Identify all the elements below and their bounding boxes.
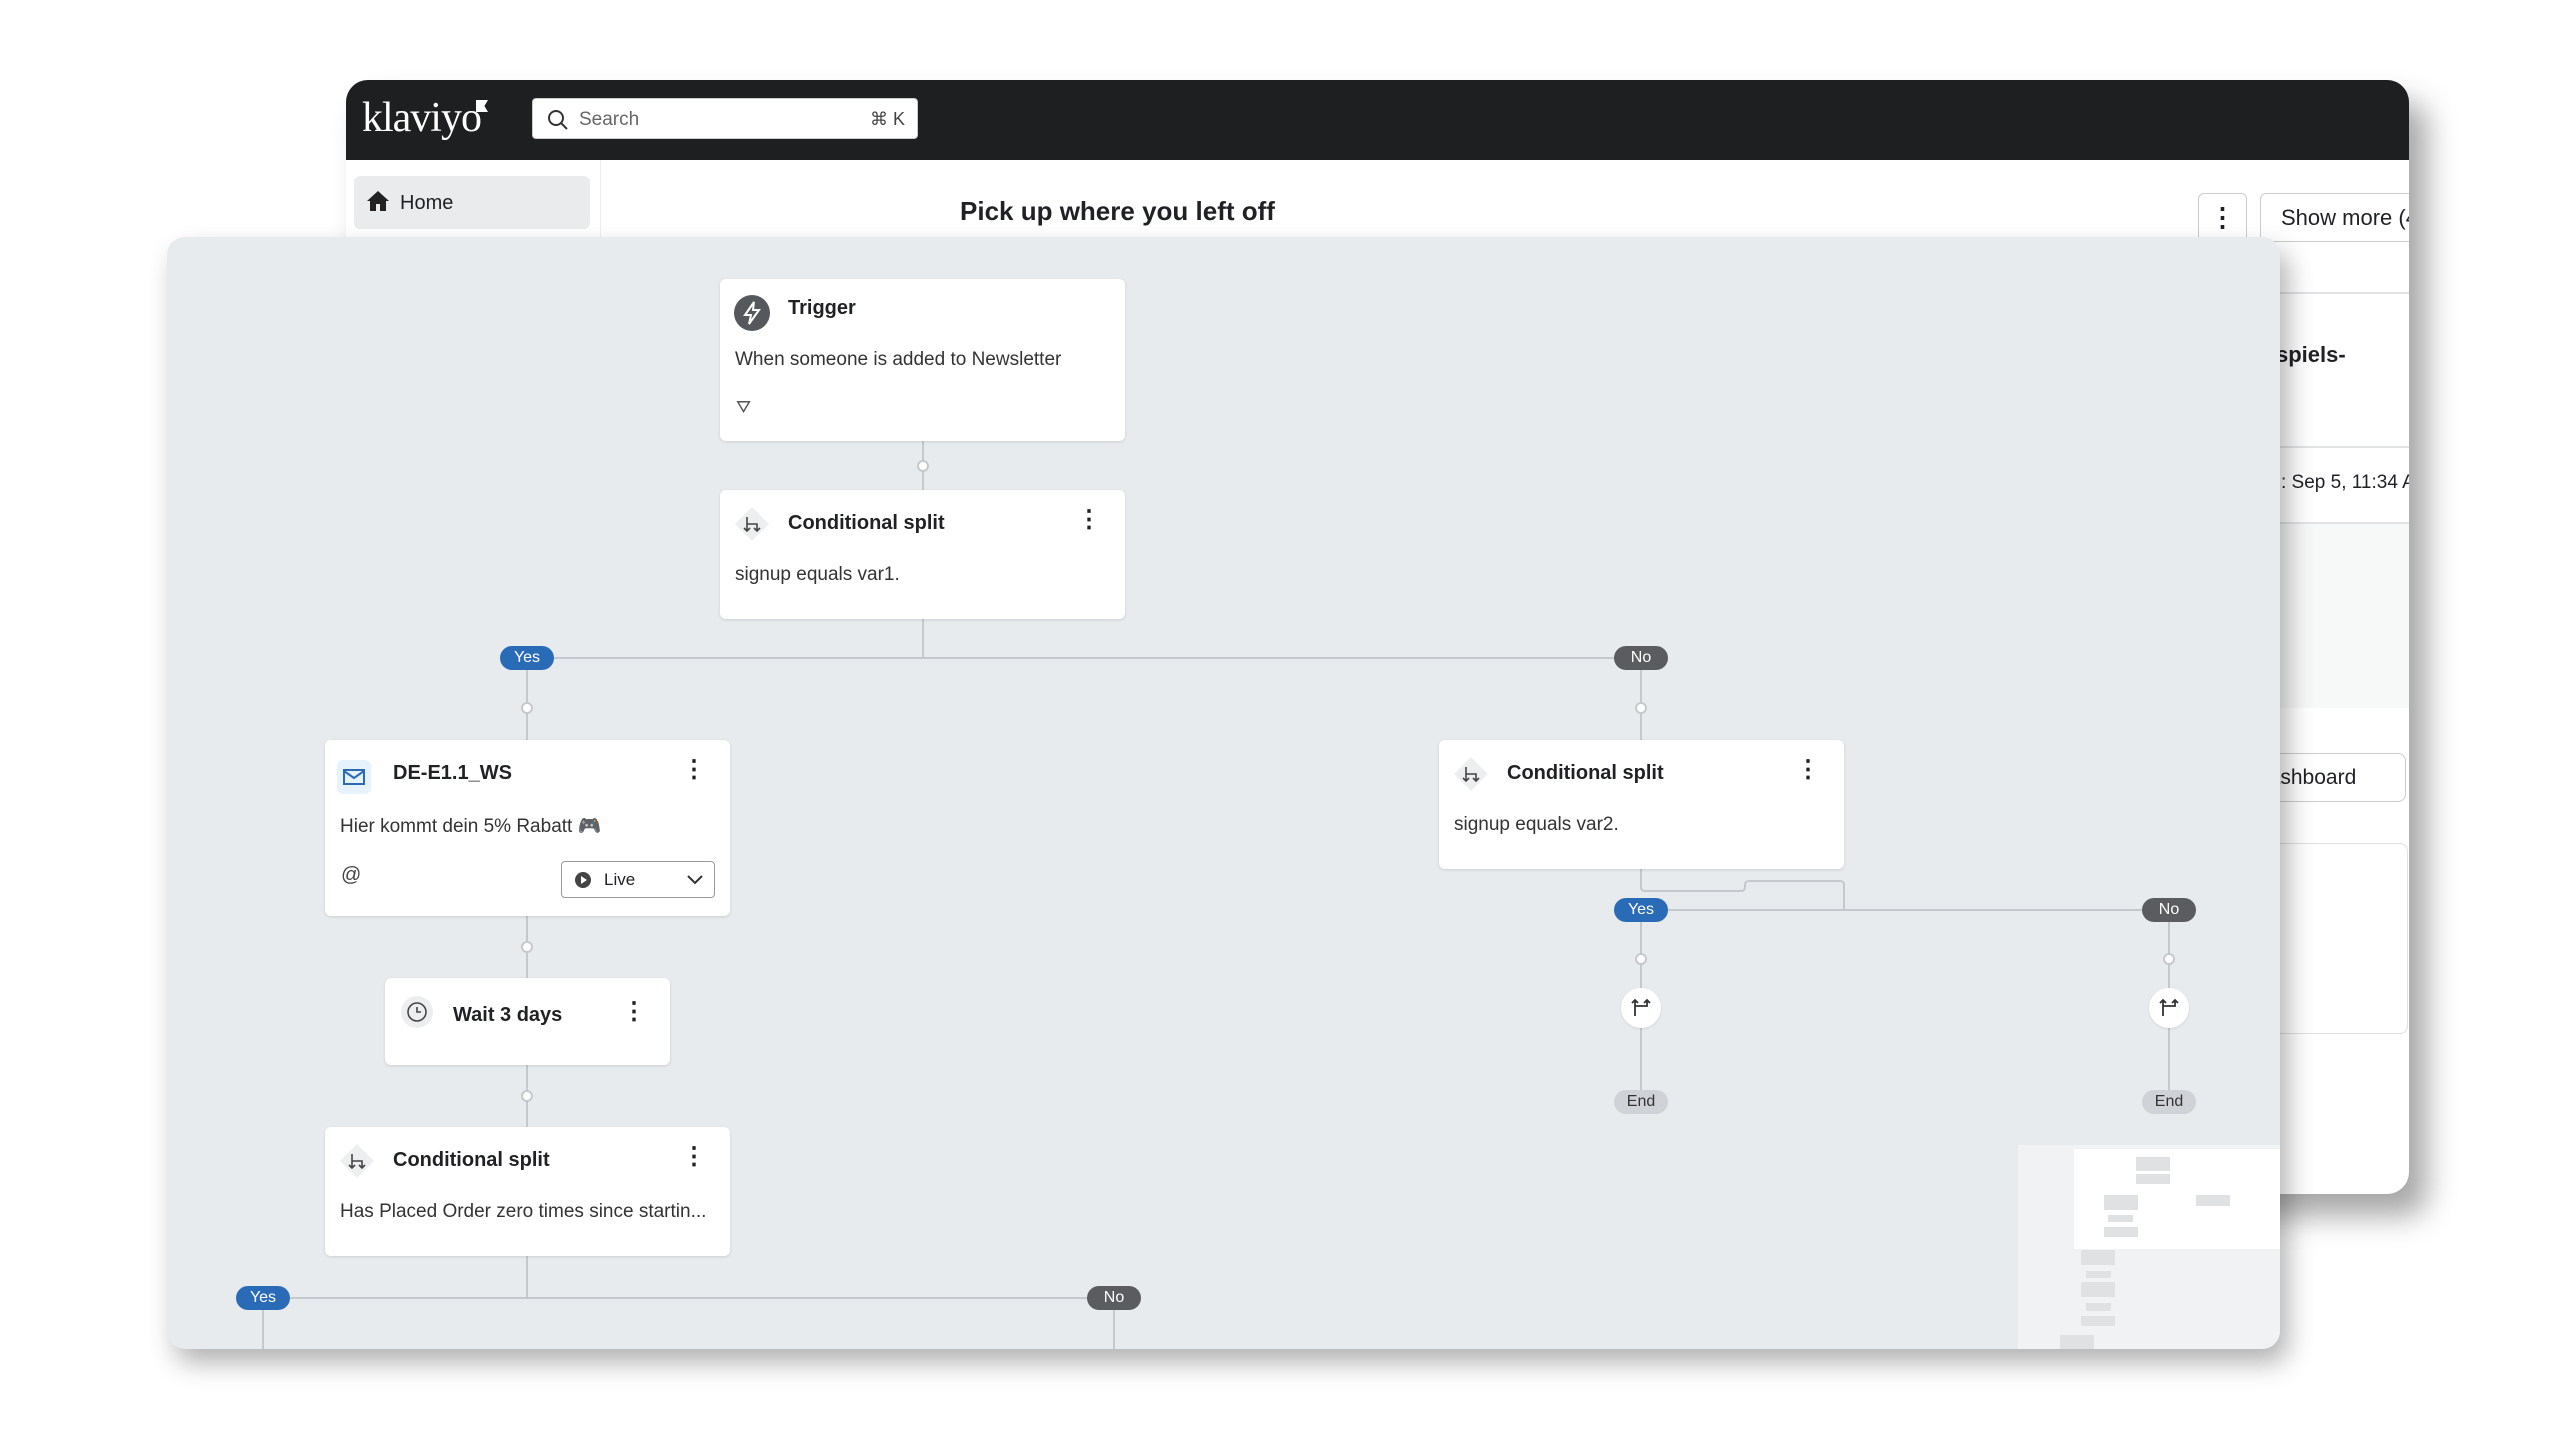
- split-return-icon[interactable]: [1621, 988, 1661, 1028]
- conditional-split-card[interactable]: Conditional split ⋮ signup equals var1.: [720, 490, 1125, 619]
- recent-item-date: : Sep 5, 11:34 AM: [2281, 472, 2409, 493]
- lightning-icon: [732, 293, 772, 333]
- sidebar-item-label: Home: [400, 192, 454, 214]
- email-card[interactable]: DE-E1.1_WS ⋮ Hier kommt dein 5% Rabatt 🎮…: [325, 740, 730, 916]
- card-title: Wait 3 days: [453, 1004, 563, 1026]
- card-menu-icon[interactable]: ⋮: [622, 1000, 646, 1024]
- at-sign-icon: @: [341, 864, 362, 886]
- klaviyo-logo[interactable]: klaviyo: [362, 94, 482, 142]
- status-value: Live: [604, 870, 636, 889]
- card-menu-icon[interactable]: ⋮: [1796, 758, 1820, 782]
- split-icon: [337, 1141, 377, 1181]
- clock-icon: [397, 992, 437, 1032]
- logo-flag-icon: [476, 100, 488, 112]
- conditional-split-card[interactable]: Conditional split ⋮ Has Placed Order zer…: [325, 1127, 730, 1256]
- play-icon: [575, 872, 591, 888]
- end-label: End: [1614, 1090, 1668, 1114]
- card-menu-icon[interactable]: ⋮: [682, 758, 706, 782]
- card-menu-icon[interactable]: ⋮: [1077, 508, 1101, 532]
- yes-branch-label: Yes: [236, 1286, 290, 1310]
- card-title: DE-E1.1_WS: [393, 762, 512, 784]
- status-dropdown[interactable]: Live: [561, 861, 715, 898]
- sidebar-item-home[interactable]: Home: [354, 176, 590, 229]
- wait-card[interactable]: Wait 3 days ⋮: [385, 978, 670, 1065]
- card-title: Conditional split: [788, 512, 945, 534]
- card-body: signup equals var2.: [1454, 814, 1619, 835]
- split-return-icon[interactable]: [2149, 988, 2189, 1028]
- show-more-button[interactable]: Show more (4: [2260, 193, 2409, 242]
- yes-branch-label: Yes: [1614, 898, 1668, 922]
- more-options-button[interactable]: ⋮: [2198, 193, 2247, 242]
- card-body: Hier kommt dein 5% Rabatt 🎮: [340, 816, 602, 837]
- chevron-down-icon: [687, 875, 703, 885]
- no-branch-label: No: [1087, 1286, 1141, 1310]
- page-title: Pick up where you left off: [960, 196, 1275, 226]
- card-title: Conditional split: [393, 1149, 550, 1171]
- trigger-card[interactable]: Trigger When someone is added to Newslet…: [720, 279, 1125, 441]
- split-icon: [732, 504, 772, 544]
- yes-branch-label: Yes: [500, 646, 554, 670]
- card-title: Trigger: [788, 297, 856, 319]
- search-input[interactable]: Search ⌘ K: [532, 98, 918, 139]
- flow-canvas[interactable]: Trigger When someone is added to Newslet…: [167, 237, 2280, 1349]
- search-placeholder: Search: [579, 109, 640, 130]
- card-menu-icon[interactable]: ⋮: [682, 1145, 706, 1169]
- minimap[interactable]: [2018, 1145, 2280, 1349]
- filter-icon: ⛛: [736, 397, 752, 417]
- conditional-split-card[interactable]: Conditional split ⋮ signup equals var2.: [1439, 740, 1844, 869]
- end-label: End: [2142, 1090, 2196, 1114]
- home-icon: [367, 191, 389, 211]
- card-body: signup equals var1.: [735, 564, 900, 585]
- search-icon: [548, 110, 568, 130]
- no-branch-label: No: [1614, 646, 1668, 670]
- card-title: Conditional split: [1507, 762, 1664, 784]
- card-body: When someone is added to Newsletter: [735, 349, 1062, 370]
- search-shortcut: ⌘ K: [869, 109, 905, 129]
- split-icon: [1451, 754, 1491, 794]
- recent-item-title[interactable]: spiels-: [2276, 342, 2346, 368]
- email-icon: [337, 760, 371, 794]
- no-branch-label: No: [2142, 898, 2196, 922]
- card-body: Has Placed Order zero times since starti…: [340, 1201, 707, 1222]
- top-bar: klaviyo Search ⌘ K: [346, 80, 2409, 160]
